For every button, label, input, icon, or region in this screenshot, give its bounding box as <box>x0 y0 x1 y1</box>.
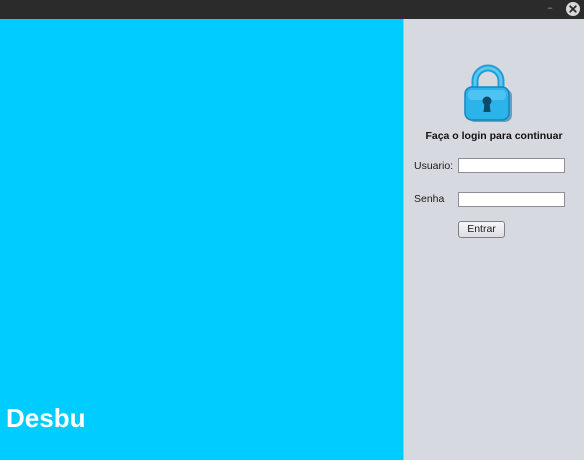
brand-panel <box>0 19 403 460</box>
username-input[interactable] <box>458 158 565 173</box>
login-heading: Faça o login para continuar <box>425 130 563 142</box>
brand-name: Desbu <box>6 403 86 433</box>
minimize-button[interactable]: – <box>544 1 556 17</box>
app-window: – Desbu Faça o login para continuar Usua… <box>0 0 584 460</box>
password-label: Senha <box>414 193 445 205</box>
title-bar: – <box>0 0 584 19</box>
username-label: Usuario: <box>414 160 454 172</box>
password-input[interactable] <box>458 192 565 207</box>
close-icon <box>569 5 577 13</box>
close-button[interactable] <box>566 2 580 16</box>
lock-icon <box>464 64 512 122</box>
login-button[interactable]: Entrar <box>458 221 505 238</box>
